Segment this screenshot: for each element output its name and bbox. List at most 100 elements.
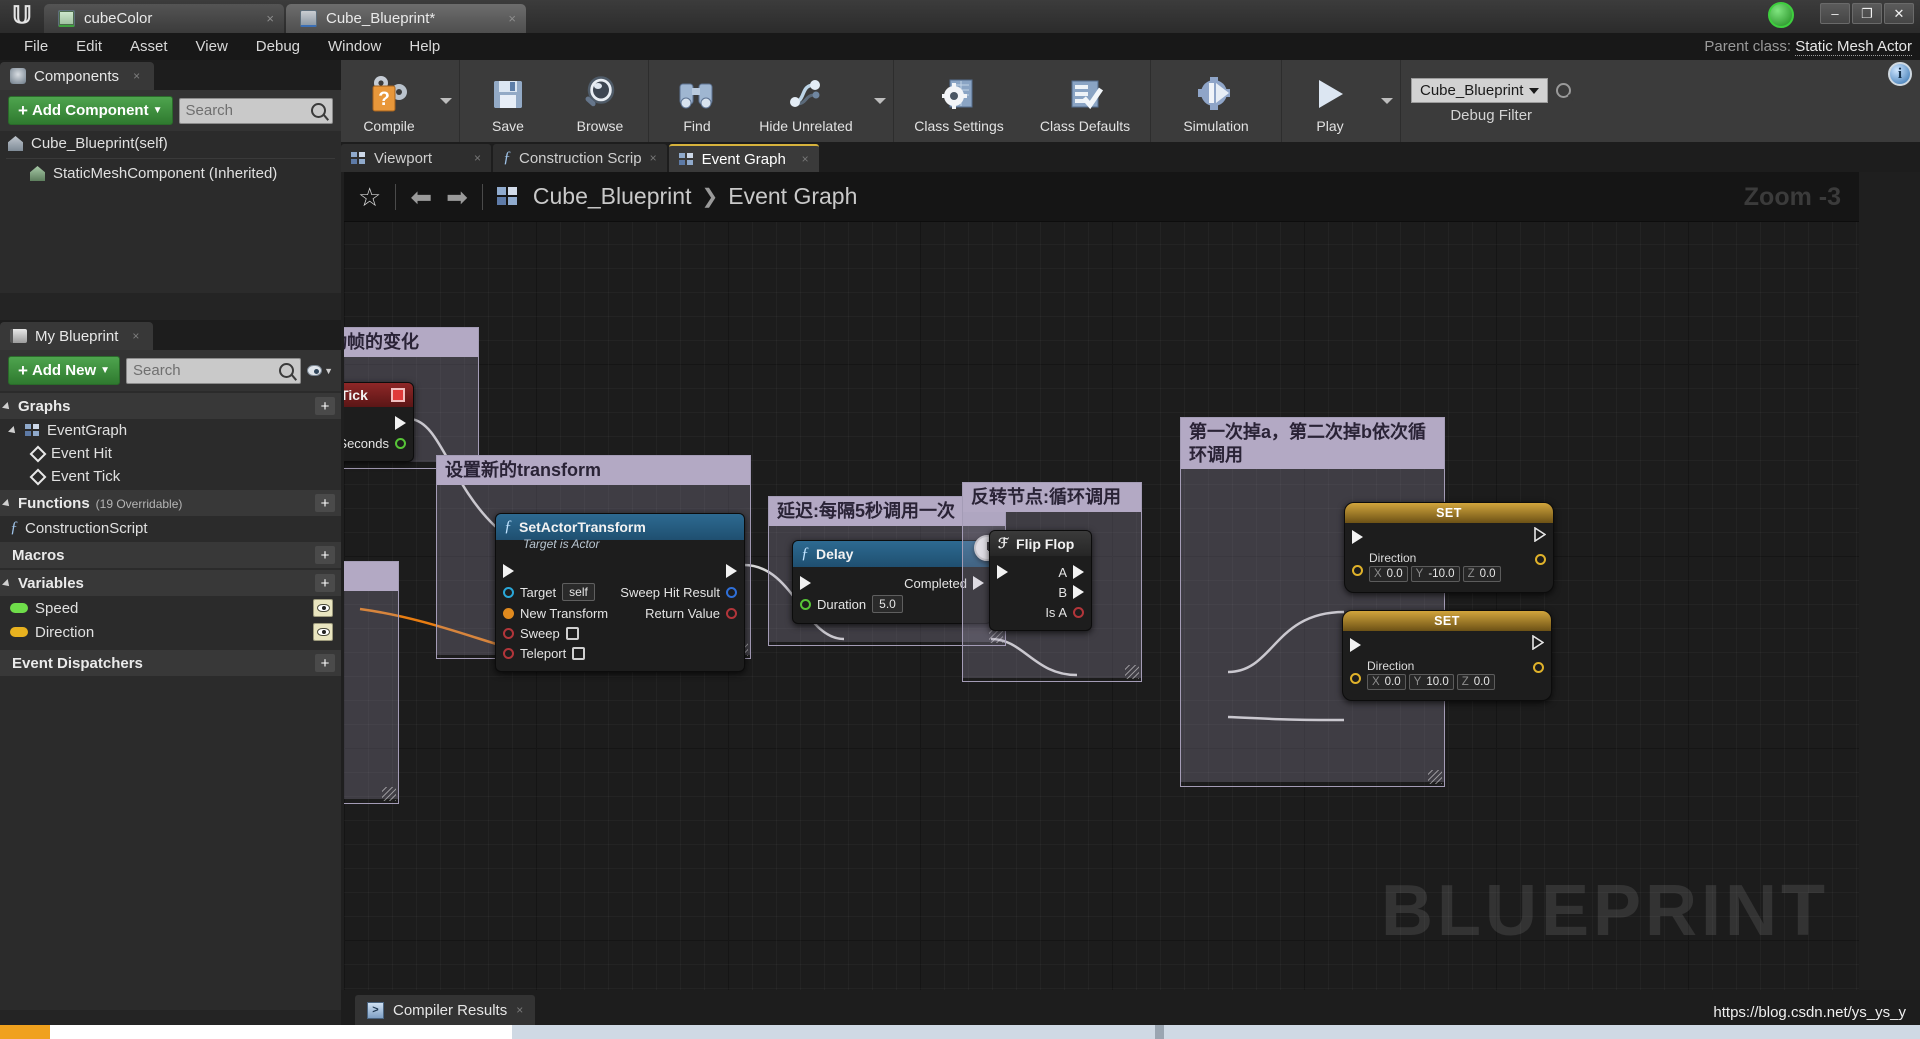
tab-compiler-results[interactable]: > Compiler Results ×	[355, 995, 536, 1025]
vector-x-field[interactable]: X 0.0	[1369, 566, 1408, 582]
play-options-caret[interactable]	[1376, 60, 1398, 142]
tab-event-graph[interactable]: Event Graph ×	[668, 144, 819, 172]
debug-filter-select[interactable]: Cube_Blueprint	[1411, 78, 1549, 103]
search-icon[interactable]	[1556, 83, 1572, 98]
pin-direction-in[interactable]: Direction X 0.0 Y -10.0 Z 0.0	[1352, 551, 1501, 582]
exec-out-pin[interactable]	[395, 416, 406, 430]
my-blueprint-search-input[interactable]: Search	[126, 357, 301, 384]
visible-eye-icon[interactable]	[313, 599, 333, 617]
visibility-filter-button[interactable]: ▼	[307, 365, 333, 376]
menu-item-view[interactable]: View	[182, 33, 242, 60]
close-icon[interactable]: ×	[500, 11, 516, 26]
add-component-button[interactable]: + Add Component ▼	[8, 96, 173, 125]
comment-set-direction[interactable]: 第一次掉a，第二次掉b依次循环调用	[1180, 417, 1445, 787]
forward-arrow-icon[interactable]: ➡	[446, 184, 468, 210]
add-dispatcher-button[interactable]: +	[315, 654, 335, 672]
section-macros[interactable]: Macros +	[0, 542, 341, 568]
pin-new-transform[interactable]: New Transform	[503, 606, 608, 621]
node-event-tick[interactable]: nt Tick Seconds	[344, 382, 414, 462]
window-tab-cubecolor[interactable]: cubeColor ×	[44, 4, 284, 33]
menu-item-help[interactable]: Help	[395, 33, 454, 60]
component-row-staticmesh[interactable]: StaticMeshComponent (Inherited)	[0, 161, 341, 186]
exec-out-pin[interactable]	[1532, 634, 1545, 655]
menu-item-edit[interactable]: Edit	[62, 33, 116, 60]
exec-in-pin[interactable]	[1352, 530, 1363, 544]
vector-y-field[interactable]: Y -10.0	[1410, 566, 1460, 582]
browse-button[interactable]: Browse	[554, 60, 646, 142]
exec-out-pin[interactable]	[726, 564, 737, 578]
pin-out-a[interactable]: A	[1058, 565, 1084, 580]
resize-handle[interactable]	[1125, 665, 1139, 679]
restore-button[interactable]: ❐	[1852, 3, 1882, 24]
vector-pin-out-icon[interactable]	[1535, 554, 1546, 565]
close-icon[interactable]: ×	[650, 151, 657, 165]
pin-sweep-hit-result[interactable]: Sweep Hit Result	[620, 585, 737, 600]
menu-item-debug[interactable]: Debug	[242, 33, 314, 60]
menu-item-file[interactable]: File	[10, 33, 62, 60]
hide-unrelated-button[interactable]: Hide Unrelated	[743, 60, 869, 142]
compile-button[interactable]: ? Compile	[343, 60, 435, 142]
event-graph-canvas[interactable]: BLUEPRINT 于驱动帧的变化 nt Tick	[344, 172, 1859, 990]
graph-item-event-hit[interactable]: Event Hit	[0, 442, 341, 465]
exec-out-pin[interactable]	[1073, 585, 1084, 599]
exec-in-pin[interactable]	[800, 576, 811, 590]
visible-eye-icon[interactable]	[313, 623, 333, 641]
simulation-button[interactable]: Simulation	[1153, 60, 1279, 142]
find-button[interactable]: Find	[651, 60, 743, 142]
breadcrumb-leaf[interactable]: Event Graph	[728, 183, 857, 210]
close-icon[interactable]: ×	[516, 1003, 523, 1017]
class-defaults-button[interactable]: Class Defaults	[1022, 60, 1148, 142]
resize-handle[interactable]	[1428, 770, 1442, 784]
node-set-actor-transform[interactable]: ƒ SetActorTransform Target is Actor Targ…	[495, 513, 745, 672]
pin-teleport[interactable]: Teleport	[503, 646, 586, 661]
vector-x-field[interactable]: X 0.0	[1367, 674, 1406, 690]
node-set-direction-b[interactable]: SET Direction X 0.0 Y 10.0 Z 0.0	[1342, 610, 1552, 701]
class-settings-button[interactable]: Class Settings	[896, 60, 1022, 142]
node-set-direction-a[interactable]: SET Direction X 0.0 Y -10.0 Z 0.0	[1344, 502, 1554, 593]
save-button[interactable]: Save	[462, 60, 554, 142]
resize-handle[interactable]	[382, 787, 396, 801]
parent-class-value[interactable]: Static Mesh Actor	[1795, 38, 1912, 56]
variable-item-speed[interactable]: Speed	[0, 596, 341, 620]
close-icon[interactable]: ×	[258, 11, 274, 26]
teleport-checkbox[interactable]	[572, 646, 586, 660]
section-variables[interactable]: Variables +	[0, 570, 341, 596]
tab-my-blueprint[interactable]: My Blueprint ×	[0, 322, 154, 350]
exec-out-pin[interactable]	[1073, 565, 1084, 579]
add-function-button[interactable]: +	[315, 494, 335, 512]
close-icon[interactable]: ×	[132, 329, 139, 343]
comment-left-clipped[interactable]: .	[344, 561, 399, 804]
add-variable-button[interactable]: +	[315, 574, 335, 592]
section-graphs[interactable]: Graphs +	[0, 393, 341, 419]
info-icon[interactable]: i	[1888, 62, 1912, 86]
compile-options-caret[interactable]	[435, 60, 457, 142]
pin-delta-seconds[interactable]: Seconds	[344, 436, 406, 451]
graph-item-event-tick[interactable]: Event Tick	[0, 465, 341, 488]
pin-return-value[interactable]: Return Value	[645, 606, 737, 621]
pin-target[interactable]: Target self	[503, 583, 595, 601]
pin-out-b[interactable]: B	[1058, 585, 1084, 600]
pin-direction-in[interactable]: Direction X 0.0 Y 10.0 Z 0.0	[1350, 659, 1495, 690]
vector-z-field[interactable]: Z 0.0	[1462, 566, 1501, 582]
exec-out-pin[interactable]	[1534, 526, 1547, 547]
close-window-button[interactable]: ✕	[1884, 3, 1914, 24]
vector-z-field[interactable]: Z 0.0	[1456, 674, 1495, 690]
menu-item-asset[interactable]: Asset	[116, 33, 182, 60]
back-arrow-icon[interactable]: ⬅	[410, 184, 432, 210]
duration-value[interactable]: 5.0	[872, 595, 903, 613]
sweep-checkbox[interactable]	[565, 626, 579, 640]
pin-sweep[interactable]: Sweep	[503, 626, 579, 641]
menu-item-window[interactable]: Window	[314, 33, 395, 60]
exec-in-pin[interactable]	[1350, 638, 1361, 652]
exec-in-pin[interactable]	[997, 565, 1008, 579]
variable-item-direction[interactable]: Direction	[0, 620, 341, 644]
section-functions[interactable]: Functions (19 Overridable) +	[0, 490, 341, 516]
components-search-input[interactable]: Search	[178, 97, 333, 124]
add-macro-button[interactable]: +	[315, 546, 335, 564]
tab-construction-script[interactable]: ƒ Construction Scrip ×	[493, 144, 667, 172]
minimize-button[interactable]: –	[1820, 3, 1850, 24]
window-tab-cube-blueprint[interactable]: Cube_Blueprint* ×	[286, 4, 526, 33]
target-value[interactable]: self	[562, 583, 595, 601]
pin-is-a[interactable]: Is A	[1045, 605, 1084, 620]
hide-unrelated-caret[interactable]	[869, 60, 891, 142]
